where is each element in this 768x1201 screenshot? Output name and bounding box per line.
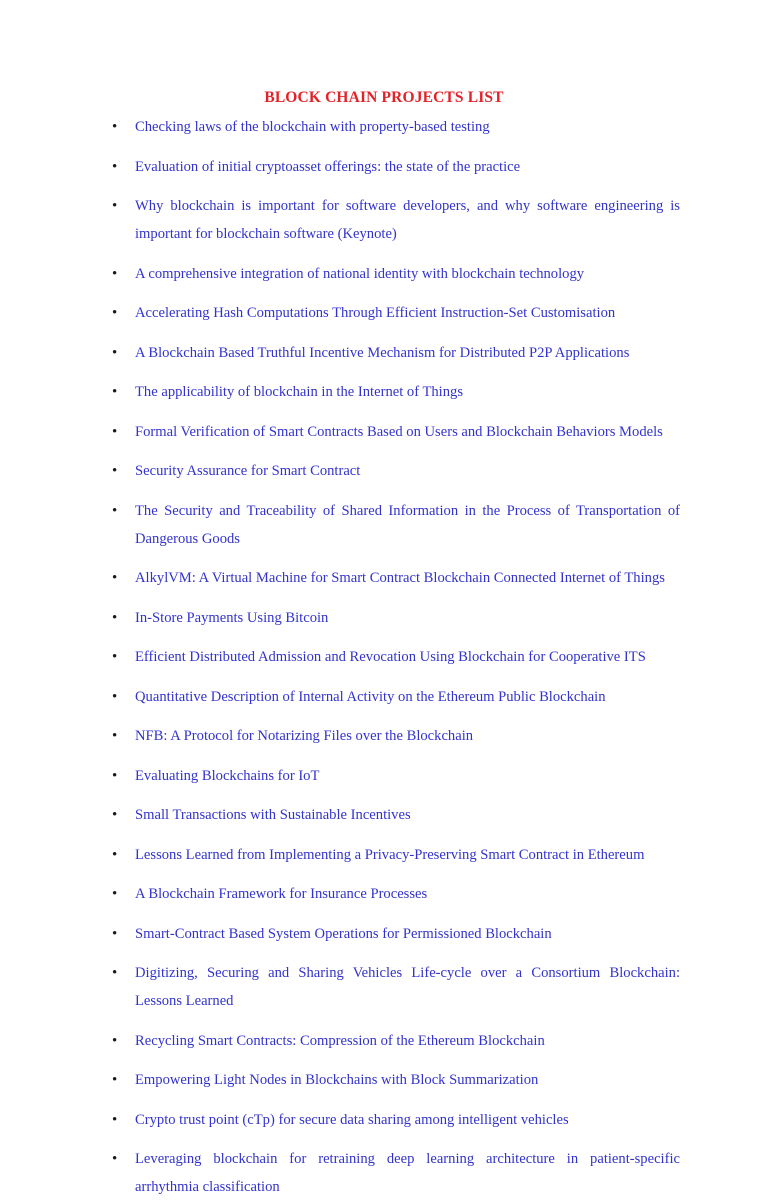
bullet-icon: • — [112, 649, 118, 665]
list-item: • Formal Verification of Smart Contracts … — [96, 418, 680, 446]
bullet-icon: • — [112, 807, 118, 823]
list-item-label: Empowering Light Nodes in Blockchains wi… — [135, 1072, 539, 1088]
list-item-label: Crypto trust point (cTp) for secure data… — [135, 1111, 569, 1128]
list-item-label: The applicability of blockchain in the I… — [135, 384, 463, 400]
document-page: BLOCK CHAIN PROJECTS LIST • Checking laws… — [0, 0, 768, 1195]
list-item: • Lessons Learned from Implementing a Pri… — [96, 841, 680, 869]
bullet-icon: • — [112, 1072, 118, 1088]
list-item-label: Evaluation of initial cryptoasset offeri… — [135, 158, 521, 175]
list-item-label: In-Store Payments Using Bitcoin — [135, 609, 329, 626]
list-item-label: Efficient Distributed Admission and Revo… — [135, 649, 646, 665]
list-item-label: NFB: A Protocol for Notarizing Files ove… — [135, 728, 474, 744]
list-item: • Accelerating Hash Computations Through … — [96, 299, 680, 327]
list-item-label: AlkylVM: A Virtual Machine for Smart Con… — [135, 570, 665, 586]
bullet-icon: • — [112, 767, 118, 784]
list-item: • In-Store Payments Using Bitcoin — [96, 604, 680, 632]
bullet-icon: • — [112, 265, 118, 282]
list-item-label: Lessons Learned from Implementing a Priv… — [135, 846, 645, 863]
list-item: • NFB: A Protocol for Notarizing Files ov… — [96, 722, 680, 750]
list-item-label: Accelerating Hash Computations Through E… — [135, 305, 616, 321]
bullet-icon: • — [112, 198, 118, 214]
list-item-label: The Security and Traceability of Shared … — [135, 502, 680, 547]
list-item: • Recycling Smart Contracts: Compression … — [96, 1027, 680, 1055]
bullet-icon: • — [112, 609, 118, 626]
list-item-label: Quantitative Description of Internal Act… — [135, 688, 606, 705]
bullet-icon: • — [112, 502, 118, 519]
bullet-icon: • — [112, 728, 118, 744]
list-item: • The Security and Traceability of Shared… — [96, 497, 680, 553]
list-item: • Digitizing, Securing and Sharing Vehicl… — [96, 959, 680, 1015]
bullet-icon: • — [112, 463, 118, 479]
bullet-icon: • — [112, 1111, 118, 1128]
bullet-icon: • — [112, 846, 118, 863]
list-item-label: Recycling Smart Contracts: Compression o… — [135, 1032, 545, 1049]
list-item: • Security Assurance for Smart Contract — [96, 457, 680, 485]
list-item: • Empowering Light Nodes in Blockchains w… — [96, 1066, 680, 1094]
bullet-icon: • — [112, 965, 118, 981]
page-title: BLOCK CHAIN PROJECTS LIST — [264, 89, 504, 106]
list-item: • Smart-Contract Based System Operations … — [96, 920, 680, 948]
bullet-icon: • — [112, 688, 118, 705]
list-item: • A Blockchain Based Truthful Incentive M… — [96, 339, 680, 367]
list-item-label: A Blockchain Framework for Insurance Pro… — [135, 886, 428, 902]
bullet-icon: • — [112, 384, 118, 400]
list-item-label: Leveraging blockchain for retraining dee… — [135, 1151, 680, 1195]
list-item: • AlkylVM: A Virtual Machine for Smart Co… — [96, 564, 680, 592]
list-item: • Checking laws of the blockchain with pr… — [96, 113, 680, 141]
list-item: • Efficient Distributed Admission and Rev… — [96, 643, 680, 671]
list-item: • Small Transactions with Sustainable Inc… — [96, 801, 680, 829]
project-list: • Checking laws of the blockchain with pr… — [96, 113, 680, 1201]
list-item-label: Formal Verification of Smart Contracts B… — [135, 423, 663, 440]
list-item: • Leveraging blockchain for retraining de… — [96, 1145, 680, 1201]
list-item: • A Blockchain Framework for Insurance Pr… — [96, 880, 680, 908]
list-item-label: Why blockchain is important for software… — [135, 198, 680, 242]
list-item: • The applicability of blockchain in the … — [96, 378, 680, 406]
list-item-label: Security Assurance for Smart Contract — [135, 463, 361, 479]
list-item-label: Evaluating Blockchains for IoT — [135, 767, 320, 784]
list-item-label: A Blockchain Based Truthful Incentive Me… — [135, 344, 630, 361]
list-item-label: Digitizing, Securing and Sharing Vehicle… — [135, 965, 680, 1009]
list-item: • Why blockchain is important for softwar… — [96, 192, 680, 248]
bullet-icon: • — [112, 925, 118, 942]
list-item-label: Small Transactions with Sustainable Ince… — [135, 807, 411, 823]
list-item-label: A comprehensive integration of national … — [135, 265, 585, 282]
bullet-icon: • — [112, 1032, 118, 1049]
list-item: • A comprehensive integration of national… — [96, 260, 680, 288]
bullet-icon: • — [112, 886, 118, 902]
list-item: • Crypto trust point (cTp) for secure dat… — [96, 1106, 680, 1134]
list-item-label: Smart-Contract Based System Operations f… — [135, 925, 552, 942]
list-item: • Evaluating Blockchains for IoT — [96, 762, 680, 790]
bullet-icon: • — [112, 344, 118, 361]
bullet-icon: • — [112, 305, 118, 321]
list-item: • Quantitative Description of Internal Ac… — [96, 683, 680, 711]
bullet-icon: • — [112, 119, 118, 135]
bullet-icon: • — [112, 158, 118, 175]
list-item: • Evaluation of initial cryptoasset offer… — [96, 153, 680, 181]
bullet-icon: • — [112, 570, 118, 586]
bullet-icon: • — [112, 423, 118, 440]
list-item-label: Checking laws of the blockchain with pro… — [135, 119, 490, 135]
bullet-icon: • — [112, 1151, 118, 1167]
